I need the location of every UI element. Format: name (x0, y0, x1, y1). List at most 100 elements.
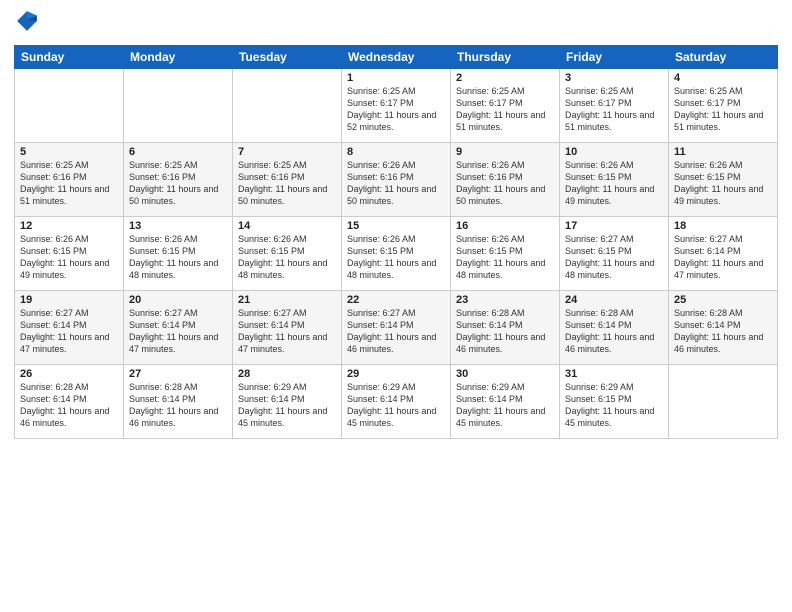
day-info: Sunrise: 6:25 AMSunset: 6:17 PMDaylight:… (456, 85, 554, 134)
day-number: 18 (674, 220, 772, 232)
week-row-4: 26Sunrise: 6:28 AMSunset: 6:14 PMDayligh… (15, 365, 778, 439)
day-info: Sunrise: 6:29 AMSunset: 6:14 PMDaylight:… (238, 381, 336, 430)
day-info: Sunrise: 6:28 AMSunset: 6:14 PMDaylight:… (674, 307, 772, 356)
day-info: Sunrise: 6:26 AMSunset: 6:15 PMDaylight:… (20, 233, 118, 282)
calendar-cell: 24Sunrise: 6:28 AMSunset: 6:14 PMDayligh… (560, 291, 669, 365)
day-info: Sunrise: 6:25 AMSunset: 6:17 PMDaylight:… (565, 85, 663, 134)
calendar-cell (15, 69, 124, 143)
week-row-0: 1Sunrise: 6:25 AMSunset: 6:17 PMDaylight… (15, 69, 778, 143)
day-info: Sunrise: 6:26 AMSunset: 6:16 PMDaylight:… (456, 159, 554, 208)
calendar-cell (124, 69, 233, 143)
day-info: Sunrise: 6:25 AMSunset: 6:16 PMDaylight:… (20, 159, 118, 208)
calendar-cell: 12Sunrise: 6:26 AMSunset: 6:15 PMDayligh… (15, 217, 124, 291)
calendar-cell: 5Sunrise: 6:25 AMSunset: 6:16 PMDaylight… (15, 143, 124, 217)
calendar-cell: 20Sunrise: 6:27 AMSunset: 6:14 PMDayligh… (124, 291, 233, 365)
calendar-table: SundayMondayTuesdayWednesdayThursdayFrid… (14, 45, 778, 439)
calendar-cell: 7Sunrise: 6:25 AMSunset: 6:16 PMDaylight… (233, 143, 342, 217)
day-number: 17 (565, 220, 663, 232)
day-number: 21 (238, 294, 336, 306)
day-number: 16 (456, 220, 554, 232)
day-number: 5 (20, 146, 118, 158)
day-number: 7 (238, 146, 336, 158)
day-number: 14 (238, 220, 336, 232)
day-number: 6 (129, 146, 227, 158)
day-info: Sunrise: 6:29 AMSunset: 6:14 PMDaylight:… (456, 381, 554, 430)
calendar-cell: 2Sunrise: 6:25 AMSunset: 6:17 PMDaylight… (451, 69, 560, 143)
day-info: Sunrise: 6:27 AMSunset: 6:14 PMDaylight:… (674, 233, 772, 282)
day-number: 22 (347, 294, 445, 306)
day-info: Sunrise: 6:27 AMSunset: 6:15 PMDaylight:… (565, 233, 663, 282)
day-number: 29 (347, 368, 445, 380)
calendar-cell: 21Sunrise: 6:27 AMSunset: 6:14 PMDayligh… (233, 291, 342, 365)
page: SundayMondayTuesdayWednesdayThursdayFrid… (0, 0, 792, 612)
day-info: Sunrise: 6:28 AMSunset: 6:14 PMDaylight:… (20, 381, 118, 430)
day-info: Sunrise: 6:25 AMSunset: 6:16 PMDaylight:… (129, 159, 227, 208)
day-number: 3 (565, 72, 663, 84)
day-info: Sunrise: 6:27 AMSunset: 6:14 PMDaylight:… (347, 307, 445, 356)
day-number: 10 (565, 146, 663, 158)
header-day-tuesday: Tuesday (233, 46, 342, 69)
calendar-cell: 14Sunrise: 6:26 AMSunset: 6:15 PMDayligh… (233, 217, 342, 291)
day-info: Sunrise: 6:26 AMSunset: 6:15 PMDaylight:… (674, 159, 772, 208)
day-number: 9 (456, 146, 554, 158)
header-row: SundayMondayTuesdayWednesdayThursdayFrid… (15, 46, 778, 69)
calendar-cell: 18Sunrise: 6:27 AMSunset: 6:14 PMDayligh… (669, 217, 778, 291)
day-info: Sunrise: 6:25 AMSunset: 6:17 PMDaylight:… (347, 85, 445, 134)
calendar-cell: 27Sunrise: 6:28 AMSunset: 6:14 PMDayligh… (124, 365, 233, 439)
logo-icon (16, 10, 38, 32)
header-day-thursday: Thursday (451, 46, 560, 69)
day-info: Sunrise: 6:27 AMSunset: 6:14 PMDaylight:… (238, 307, 336, 356)
day-info: Sunrise: 6:28 AMSunset: 6:14 PMDaylight:… (129, 381, 227, 430)
day-info: Sunrise: 6:25 AMSunset: 6:17 PMDaylight:… (674, 85, 772, 134)
day-number: 27 (129, 368, 227, 380)
day-number: 20 (129, 294, 227, 306)
calendar-cell: 13Sunrise: 6:26 AMSunset: 6:15 PMDayligh… (124, 217, 233, 291)
calendar-cell: 8Sunrise: 6:26 AMSunset: 6:16 PMDaylight… (342, 143, 451, 217)
header-day-wednesday: Wednesday (342, 46, 451, 69)
day-number: 30 (456, 368, 554, 380)
day-info: Sunrise: 6:28 AMSunset: 6:14 PMDaylight:… (565, 307, 663, 356)
calendar-cell: 25Sunrise: 6:28 AMSunset: 6:14 PMDayligh… (669, 291, 778, 365)
day-info: Sunrise: 6:26 AMSunset: 6:15 PMDaylight:… (456, 233, 554, 282)
calendar-cell: 10Sunrise: 6:26 AMSunset: 6:15 PMDayligh… (560, 143, 669, 217)
day-info: Sunrise: 6:25 AMSunset: 6:16 PMDaylight:… (238, 159, 336, 208)
calendar-cell: 1Sunrise: 6:25 AMSunset: 6:17 PMDaylight… (342, 69, 451, 143)
day-number: 23 (456, 294, 554, 306)
day-info: Sunrise: 6:28 AMSunset: 6:14 PMDaylight:… (456, 307, 554, 356)
logo (14, 10, 38, 37)
calendar-cell: 15Sunrise: 6:26 AMSunset: 6:15 PMDayligh… (342, 217, 451, 291)
day-number: 11 (674, 146, 772, 158)
calendar-cell: 11Sunrise: 6:26 AMSunset: 6:15 PMDayligh… (669, 143, 778, 217)
week-row-1: 5Sunrise: 6:25 AMSunset: 6:16 PMDaylight… (15, 143, 778, 217)
day-info: Sunrise: 6:29 AMSunset: 6:15 PMDaylight:… (565, 381, 663, 430)
calendar-cell (669, 365, 778, 439)
calendar-cell: 22Sunrise: 6:27 AMSunset: 6:14 PMDayligh… (342, 291, 451, 365)
day-number: 8 (347, 146, 445, 158)
day-number: 26 (20, 368, 118, 380)
day-info: Sunrise: 6:26 AMSunset: 6:15 PMDaylight:… (238, 233, 336, 282)
header (14, 10, 778, 37)
day-number: 28 (238, 368, 336, 380)
calendar-cell: 16Sunrise: 6:26 AMSunset: 6:15 PMDayligh… (451, 217, 560, 291)
day-info: Sunrise: 6:26 AMSunset: 6:16 PMDaylight:… (347, 159, 445, 208)
day-number: 4 (674, 72, 772, 84)
day-number: 13 (129, 220, 227, 232)
calendar-cell: 19Sunrise: 6:27 AMSunset: 6:14 PMDayligh… (15, 291, 124, 365)
day-info: Sunrise: 6:27 AMSunset: 6:14 PMDaylight:… (20, 307, 118, 356)
calendar-cell: 30Sunrise: 6:29 AMSunset: 6:14 PMDayligh… (451, 365, 560, 439)
day-info: Sunrise: 6:26 AMSunset: 6:15 PMDaylight:… (347, 233, 445, 282)
calendar-cell: 28Sunrise: 6:29 AMSunset: 6:14 PMDayligh… (233, 365, 342, 439)
calendar-cell: 29Sunrise: 6:29 AMSunset: 6:14 PMDayligh… (342, 365, 451, 439)
day-info: Sunrise: 6:29 AMSunset: 6:14 PMDaylight:… (347, 381, 445, 430)
day-number: 1 (347, 72, 445, 84)
calendar-cell: 9Sunrise: 6:26 AMSunset: 6:16 PMDaylight… (451, 143, 560, 217)
header-day-friday: Friday (560, 46, 669, 69)
day-info: Sunrise: 6:26 AMSunset: 6:15 PMDaylight:… (565, 159, 663, 208)
calendar-cell: 31Sunrise: 6:29 AMSunset: 6:15 PMDayligh… (560, 365, 669, 439)
day-number: 31 (565, 368, 663, 380)
day-info: Sunrise: 6:26 AMSunset: 6:15 PMDaylight:… (129, 233, 227, 282)
calendar-cell: 17Sunrise: 6:27 AMSunset: 6:15 PMDayligh… (560, 217, 669, 291)
week-row-2: 12Sunrise: 6:26 AMSunset: 6:15 PMDayligh… (15, 217, 778, 291)
day-number: 2 (456, 72, 554, 84)
header-day-monday: Monday (124, 46, 233, 69)
